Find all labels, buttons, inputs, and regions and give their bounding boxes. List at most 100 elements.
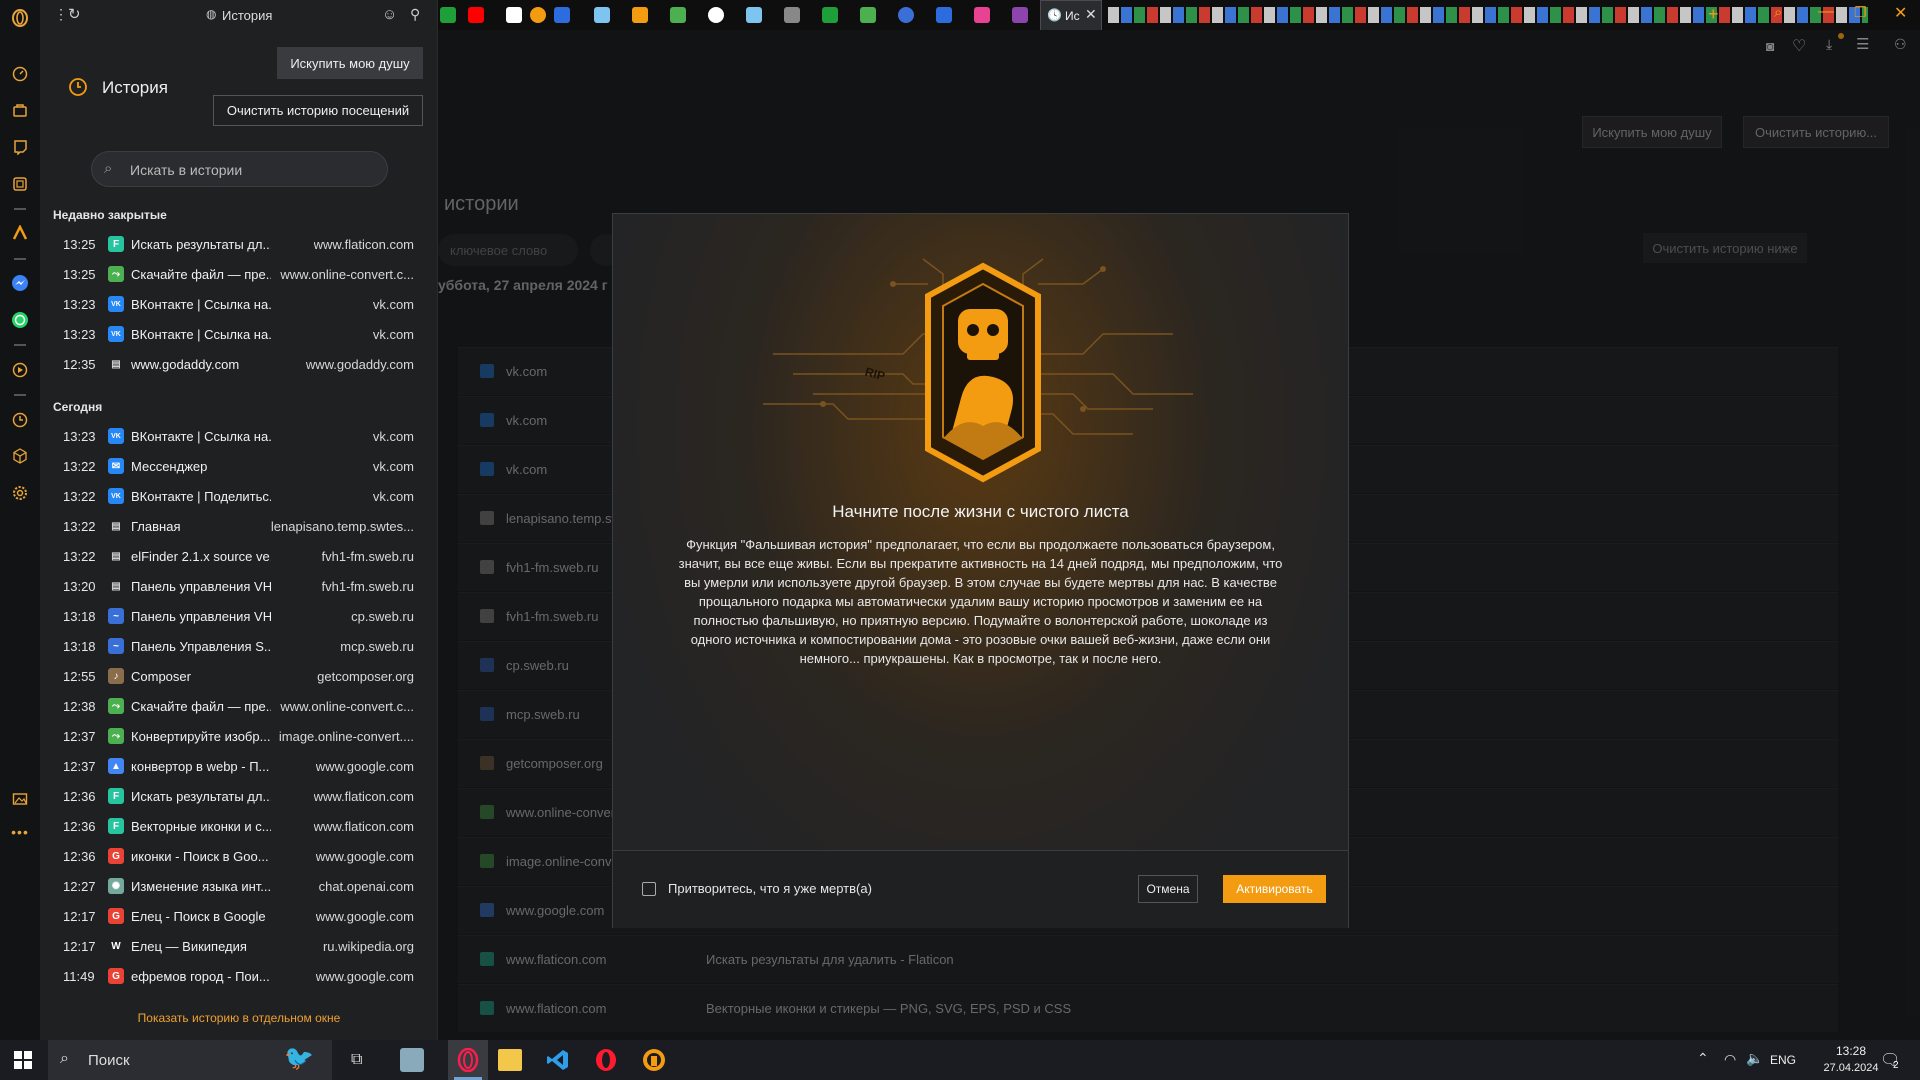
maximize-icon[interactable]: ❐ bbox=[1854, 4, 1867, 21]
more-options-icon[interactable]: ••• bbox=[10, 822, 30, 842]
cancel-button[interactable]: Отмена bbox=[1138, 875, 1198, 903]
gallery-icon[interactable] bbox=[10, 789, 30, 809]
history-search-input[interactable]: ⌕ Искать в истории bbox=[91, 151, 388, 187]
aria-icon[interactable] bbox=[10, 223, 30, 243]
google-icon[interactable] bbox=[708, 7, 724, 23]
page-domain: www.flaticon.com bbox=[313, 818, 414, 834]
visit-time: 12:36 bbox=[63, 848, 96, 864]
history-item[interactable]: 12:36 Gиконки - Поиск в Goo... www.google.… bbox=[40, 841, 438, 871]
history-item[interactable]: 13:23 VK ВКонтакте | Ссылка на... vk.com bbox=[40, 421, 438, 451]
activate-button[interactable]: Активировать bbox=[1223, 875, 1326, 903]
whatsapp-icon[interactable] bbox=[10, 310, 30, 330]
opera-logo-icon[interactable] bbox=[10, 8, 30, 28]
show-history-window-link[interactable]: Показать историю в отдельном окне bbox=[40, 1011, 438, 1025]
tab-favicon[interactable] bbox=[594, 7, 610, 23]
tray-expand-icon[interactable]: ⌃ bbox=[1697, 1050, 1709, 1067]
close-window-icon[interactable]: ✕ bbox=[1894, 3, 1907, 23]
pin-icon[interactable]: ⚲ bbox=[410, 6, 420, 23]
history-item[interactable]: 13:25 F Искать результаты дл... www.flatico… bbox=[40, 229, 438, 259]
history-item[interactable]: 13:23 VK ВКонтакте | Ссылка на... vk.com bbox=[40, 319, 438, 349]
network-icon[interactable]: ◠ bbox=[1724, 1051, 1736, 1068]
rip-badge-illustration bbox=[763, 258, 1193, 483]
tab-favicon[interactable] bbox=[936, 7, 952, 23]
clock-time[interactable]: 13:28 bbox=[1821, 1044, 1881, 1058]
clock-date[interactable]: 27.04.2024 bbox=[1811, 1062, 1891, 1074]
history-item[interactable]: 13:22 ✉ Мессенджер vk.com bbox=[40, 451, 438, 481]
settings-gear-icon[interactable] bbox=[10, 483, 30, 503]
panel-menu-icon[interactable]: ⋮ bbox=[54, 6, 68, 23]
tab-favicon[interactable] bbox=[898, 7, 914, 23]
history-item[interactable]: 12:27 ✺ Изменение языка инт... chat.openai.… bbox=[40, 871, 438, 901]
vscode-icon[interactable] bbox=[546, 1048, 570, 1072]
tab-favicon[interactable] bbox=[822, 7, 838, 23]
tab-history-active[interactable]: 🕓 Ис ✕ bbox=[1040, 0, 1102, 30]
file-explorer-icon[interactable] bbox=[498, 1049, 522, 1071]
history-item[interactable]: 12:35 ▤ www.godaddy.com www.godaddy.com bbox=[40, 349, 438, 379]
app-icon[interactable] bbox=[400, 1048, 424, 1072]
volume-icon[interactable]: 🔈 bbox=[1746, 1050, 1763, 1067]
page-icon: ▤ bbox=[111, 550, 121, 562]
messenger-icon[interactable] bbox=[10, 273, 30, 293]
page-domain: image.online-convert.... bbox=[278, 728, 414, 744]
youtube-icon[interactable] bbox=[468, 7, 484, 23]
redeem-soul-button[interactable]: Искупить мою душу bbox=[277, 47, 423, 79]
history-item[interactable]: 12:37 ⤳ Конвертируйте изобр... image.online… bbox=[40, 721, 438, 751]
windows-start-icon[interactable] bbox=[14, 1051, 32, 1074]
search-tabs-icon[interactable]: ⌕ bbox=[1774, 4, 1782, 21]
minimize-icon[interactable]: — bbox=[1818, 3, 1834, 21]
page-title: Искать результаты дл... bbox=[131, 788, 271, 804]
history-item[interactable]: 12:17 W Елец — Википедия ru.wikipedia.org bbox=[40, 931, 438, 961]
visit-time: 12:37 bbox=[63, 758, 96, 774]
history-icon[interactable] bbox=[10, 410, 30, 430]
history-item[interactable]: 13:22 ▤ Главная lenapisano.temp.swtes... bbox=[40, 511, 438, 541]
history-item[interactable]: 12:36 F Искать результаты дл... www.flatico… bbox=[40, 781, 438, 811]
twitch-icon[interactable] bbox=[10, 137, 30, 157]
task-view-icon[interactable]: ⧉ bbox=[351, 1051, 362, 1069]
clear-visits-button[interactable]: Очистить историю посещений bbox=[213, 95, 423, 126]
history-item[interactable]: 13:22 VK ВКонтакте | Поделитьс... vk.com bbox=[40, 481, 438, 511]
page-domain: getcomposer.org bbox=[317, 668, 414, 684]
speed-dial-icon[interactable] bbox=[10, 64, 30, 84]
page-domain: vk.com bbox=[372, 296, 414, 312]
wallet-icon[interactable] bbox=[10, 174, 30, 194]
tab-favicon[interactable] bbox=[746, 7, 762, 23]
opera-gx-taskbar-button[interactable] bbox=[448, 1040, 488, 1080]
cube-icon[interactable] bbox=[10, 446, 30, 466]
pretend-dead-checkbox[interactable] bbox=[642, 882, 656, 896]
tab-favicon[interactable] bbox=[554, 7, 570, 23]
opera-icon[interactable] bbox=[594, 1048, 618, 1072]
taskbar-search-box[interactable]: ⌕ Поиск 🐦 bbox=[48, 1040, 332, 1080]
tab-favicon[interactable] bbox=[530, 7, 546, 23]
bag-icon[interactable] bbox=[10, 100, 30, 120]
history-item[interactable]: 13:23 VK ВКонтакте | Ссылка на... vk.com bbox=[40, 289, 438, 319]
history-item[interactable]: 13:22 ▤ elFinder 2.1.x source ve... fvh1-fm… bbox=[40, 541, 438, 571]
app-icon[interactable] bbox=[642, 1048, 666, 1072]
reload-icon[interactable]: ↻ bbox=[68, 5, 81, 23]
player-icon[interactable] bbox=[10, 360, 30, 380]
tab-favicon[interactable] bbox=[1012, 7, 1028, 23]
tab-favicon[interactable] bbox=[670, 7, 686, 23]
history-item[interactable]: 13:18 ~ Панель Управления S... mcp.sweb.ru bbox=[40, 631, 438, 661]
tab-favicon[interactable] bbox=[632, 7, 648, 23]
history-item[interactable]: 11:49 Gефремов город - Пои... www.google.c… bbox=[40, 961, 438, 991]
history-item[interactable]: 12:37 ▲ конвертор в webp - П... www.google.… bbox=[40, 751, 438, 781]
history-item[interactable]: 12:36 F Векторные иконки и с... www.flatico… bbox=[40, 811, 438, 841]
emoji-icon[interactable]: ☺ bbox=[382, 6, 397, 23]
history-item[interactable]: 12:17 G Елец - Поиск в Google www.google.co… bbox=[40, 901, 438, 931]
history-item[interactable]: 12:38 ⤳ Скачайте файл — пре... www.online-c… bbox=[40, 691, 438, 721]
tab-favicon[interactable] bbox=[974, 7, 990, 23]
history-item[interactable]: 13:18 ~ Панель управления VH cp.sweb.ru bbox=[40, 601, 438, 631]
tab-favicon[interactable] bbox=[440, 7, 456, 23]
tab-favicon[interactable] bbox=[506, 7, 522, 23]
history-item[interactable]: 12:55 ♪ Composer getcomposer.org bbox=[40, 661, 438, 691]
tab-favicon[interactable] bbox=[860, 7, 876, 23]
close-tab-icon[interactable]: ✕ bbox=[1085, 6, 1097, 23]
history-item[interactable]: 13:25 ⤳ Скачайте файл — пре... www.online-c… bbox=[40, 259, 438, 289]
new-tab-icon[interactable]: + bbox=[1708, 4, 1719, 25]
language-indicator[interactable]: ENG bbox=[1770, 1053, 1796, 1067]
pinned-tabs-group[interactable] bbox=[1108, 7, 1868, 23]
tab-favicon[interactable] bbox=[784, 7, 800, 23]
history-item[interactable]: 13:20 ▤ Панель управления VH fvh1-fm.sweb.r… bbox=[40, 571, 438, 601]
visit-time: 13:23 bbox=[63, 326, 96, 342]
page-title: Панель управления VH bbox=[131, 578, 271, 594]
